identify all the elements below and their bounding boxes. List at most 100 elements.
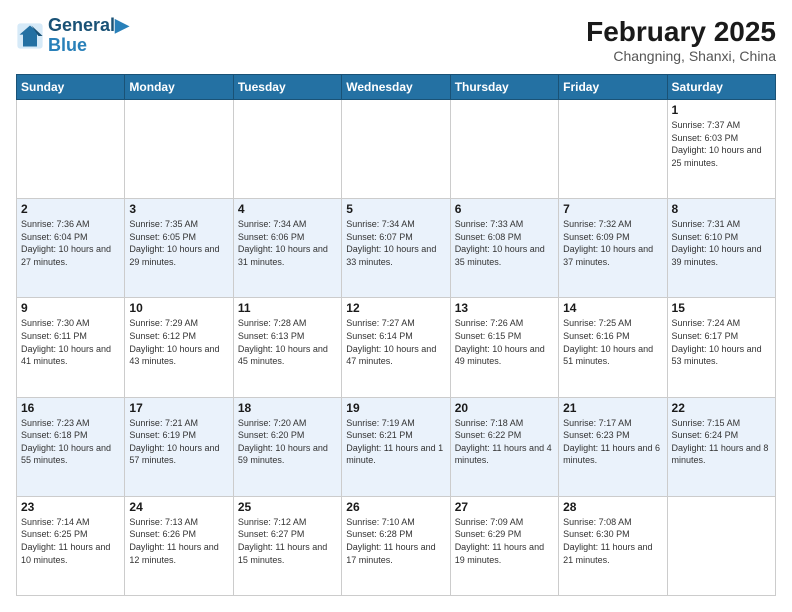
cell-w3-d7: 15Sunrise: 7:24 AM Sunset: 6:17 PM Dayli… — [667, 298, 775, 397]
cell-w4-d6: 21 Sunrise: 7:17 AM Sunset: 6:23 PM Dayli… — [559, 397, 667, 496]
col-friday: Friday — [559, 75, 667, 100]
day-info: Sunrise: 7:10 AM Sunset: 6:28 PM Dayligh… — [346, 516, 445, 566]
day-info: Sunrise: 7:20 AM Sunset: 6:20 PM Dayligh… — [238, 417, 337, 467]
day-number: 14 — [563, 301, 662, 315]
day-number: 27 — [455, 500, 554, 514]
cell-w5-d4: 26 Sunrise: 7:10 AM Sunset: 6:28 PM Dayli… — [342, 496, 450, 595]
day-info: Sunrise: 7:15 AM Sunset: 6:24 PM Dayligh… — [672, 417, 771, 467]
week-row-2: 2 Sunrise: 7:36 AM Sunset: 6:04 PM Daylig… — [17, 199, 776, 298]
day-number: 16 — [21, 401, 120, 415]
day-number: 7 — [563, 202, 662, 216]
main-title: February 2025 — [586, 16, 776, 48]
day-number: 20 — [455, 401, 554, 415]
cell-w1-d4 — [342, 100, 450, 199]
day-info: Sunrise: 7:30 AM Sunset: 6:11 PM Dayligh… — [21, 317, 120, 367]
day-info: Sunrise: 7:26 AM Sunset: 6:15 PM Dayligh… — [455, 317, 554, 367]
cell-w2-d1: 2 Sunrise: 7:36 AM Sunset: 6:04 PM Daylig… — [17, 199, 125, 298]
day-number: 15 — [672, 301, 771, 315]
day-info: Sunrise: 7:14 AM Sunset: 6:25 PM Dayligh… — [21, 516, 120, 566]
day-info: Sunrise: 7:34 AM Sunset: 6:06 PM Dayligh… — [238, 218, 337, 268]
day-number: 11 — [238, 301, 337, 315]
day-info: Sunrise: 7:35 AM Sunset: 6:05 PM Dayligh… — [129, 218, 228, 268]
day-info: Sunrise: 7:13 AM Sunset: 6:26 PM Dayligh… — [129, 516, 228, 566]
cell-w5-d1: 23 Sunrise: 7:14 AM Sunset: 6:25 PM Dayli… — [17, 496, 125, 595]
col-saturday: Saturday — [667, 75, 775, 100]
col-tuesday: Tuesday — [233, 75, 341, 100]
cell-w4-d7: 22 Sunrise: 7:15 AM Sunset: 6:24 PM Dayli… — [667, 397, 775, 496]
day-number: 2 — [21, 202, 120, 216]
cell-w3-d2: 10 Sunrise: 7:29 AM Sunset: 6:12 PM Dayli… — [125, 298, 233, 397]
col-sunday: Sunday — [17, 75, 125, 100]
day-number: 8 — [672, 202, 771, 216]
cell-w1-d7: 1 Sunrise: 7:37 AM Sunset: 6:03 PM Daylig… — [667, 100, 775, 199]
cell-w3-d5: 13 Sunrise: 7:26 AM Sunset: 6:15 PM Dayli… — [450, 298, 558, 397]
week-row-5: 23 Sunrise: 7:14 AM Sunset: 6:25 PM Dayli… — [17, 496, 776, 595]
day-info: Sunrise: 7:18 AM Sunset: 6:22 PM Dayligh… — [455, 417, 554, 467]
calendar-table: Sunday Monday Tuesday Wednesday Thursday… — [16, 74, 776, 596]
cell-w2-d4: 5 Sunrise: 7:34 AM Sunset: 6:07 PM Daylig… — [342, 199, 450, 298]
day-number: 19 — [346, 401, 445, 415]
day-info: Sunrise: 7:25 AM Sunset: 6:16 PM Dayligh… — [563, 317, 662, 367]
day-number: 13 — [455, 301, 554, 315]
cell-w2-d5: 6 Sunrise: 7:33 AM Sunset: 6:08 PM Daylig… — [450, 199, 558, 298]
cell-w2-d2: 3 Sunrise: 7:35 AM Sunset: 6:05 PM Daylig… — [125, 199, 233, 298]
cell-w2-d7: 8 Sunrise: 7:31 AM Sunset: 6:10 PM Daylig… — [667, 199, 775, 298]
col-thursday: Thursday — [450, 75, 558, 100]
day-info: Sunrise: 7:27 AM Sunset: 6:14 PM Dayligh… — [346, 317, 445, 367]
day-info: Sunrise: 7:17 AM Sunset: 6:23 PM Dayligh… — [563, 417, 662, 467]
cell-w3-d4: 12 Sunrise: 7:27 AM Sunset: 6:14 PM Dayli… — [342, 298, 450, 397]
logo: General▶ Blue — [16, 16, 129, 56]
cell-w4-d2: 17 Sunrise: 7:21 AM Sunset: 6:19 PM Dayli… — [125, 397, 233, 496]
page: General▶ Blue February 2025 Changning, S… — [0, 0, 792, 612]
day-info: Sunrise: 7:29 AM Sunset: 6:12 PM Dayligh… — [129, 317, 228, 367]
day-info: Sunrise: 7:32 AM Sunset: 6:09 PM Dayligh… — [563, 218, 662, 268]
day-info: Sunrise: 7:33 AM Sunset: 6:08 PM Dayligh… — [455, 218, 554, 268]
header: General▶ Blue February 2025 Changning, S… — [16, 16, 776, 64]
day-number: 10 — [129, 301, 228, 315]
day-number: 23 — [21, 500, 120, 514]
cell-w5-d3: 25Sunrise: 7:12 AM Sunset: 6:27 PM Dayli… — [233, 496, 341, 595]
cell-w2-d3: 4 Sunrise: 7:34 AM Sunset: 6:06 PM Daylig… — [233, 199, 341, 298]
day-info: Sunrise: 7:37 AM Sunset: 6:03 PM Dayligh… — [672, 119, 771, 169]
day-number: 22 — [672, 401, 771, 415]
col-monday: Monday — [125, 75, 233, 100]
cell-w3-d3: 11Sunrise: 7:28 AM Sunset: 6:13 PM Dayli… — [233, 298, 341, 397]
cell-w5-d7 — [667, 496, 775, 595]
day-info: Sunrise: 7:36 AM Sunset: 6:04 PM Dayligh… — [21, 218, 120, 268]
calendar-header-row: Sunday Monday Tuesday Wednesday Thursday… — [17, 75, 776, 100]
day-number: 1 — [672, 103, 771, 117]
day-number: 17 — [129, 401, 228, 415]
day-info: Sunrise: 7:31 AM Sunset: 6:10 PM Dayligh… — [672, 218, 771, 268]
cell-w5-d5: 27 Sunrise: 7:09 AM Sunset: 6:29 PM Dayli… — [450, 496, 558, 595]
cell-w3-d1: 9Sunrise: 7:30 AM Sunset: 6:11 PM Daylig… — [17, 298, 125, 397]
cell-w4-d3: 18 Sunrise: 7:20 AM Sunset: 6:20 PM Dayli… — [233, 397, 341, 496]
cell-w3-d6: 14 Sunrise: 7:25 AM Sunset: 6:16 PM Dayli… — [559, 298, 667, 397]
day-number: 5 — [346, 202, 445, 216]
day-number: 3 — [129, 202, 228, 216]
cell-w4-d5: 20 Sunrise: 7:18 AM Sunset: 6:22 PM Dayli… — [450, 397, 558, 496]
day-number: 26 — [346, 500, 445, 514]
day-number: 12 — [346, 301, 445, 315]
day-number: 21 — [563, 401, 662, 415]
day-info: Sunrise: 7:12 AM Sunset: 6:27 PM Dayligh… — [238, 516, 337, 566]
cell-w4-d1: 16 Sunrise: 7:23 AM Sunset: 6:18 PM Dayli… — [17, 397, 125, 496]
day-info: Sunrise: 7:21 AM Sunset: 6:19 PM Dayligh… — [129, 417, 228, 467]
day-number: 28 — [563, 500, 662, 514]
cell-w1-d2 — [125, 100, 233, 199]
cell-w1-d3 — [233, 100, 341, 199]
cell-w2-d6: 7 Sunrise: 7:32 AM Sunset: 6:09 PM Daylig… — [559, 199, 667, 298]
day-info: Sunrise: 7:34 AM Sunset: 6:07 PM Dayligh… — [346, 218, 445, 268]
day-info: Sunrise: 7:23 AM Sunset: 6:18 PM Dayligh… — [21, 417, 120, 467]
day-number: 4 — [238, 202, 337, 216]
title-block: February 2025 Changning, Shanxi, China — [586, 16, 776, 64]
day-info: Sunrise: 7:19 AM Sunset: 6:21 PM Dayligh… — [346, 417, 445, 467]
cell-w1-d1 — [17, 100, 125, 199]
day-number: 6 — [455, 202, 554, 216]
cell-w1-d6 — [559, 100, 667, 199]
day-number: 18 — [238, 401, 337, 415]
day-info: Sunrise: 7:09 AM Sunset: 6:29 PM Dayligh… — [455, 516, 554, 566]
day-number: 24 — [129, 500, 228, 514]
day-info: Sunrise: 7:08 AM Sunset: 6:30 PM Dayligh… — [563, 516, 662, 566]
cell-w5-d6: 28 Sunrise: 7:08 AM Sunset: 6:30 PM Dayli… — [559, 496, 667, 595]
cell-w5-d2: 24 Sunrise: 7:13 AM Sunset: 6:26 PM Dayli… — [125, 496, 233, 595]
